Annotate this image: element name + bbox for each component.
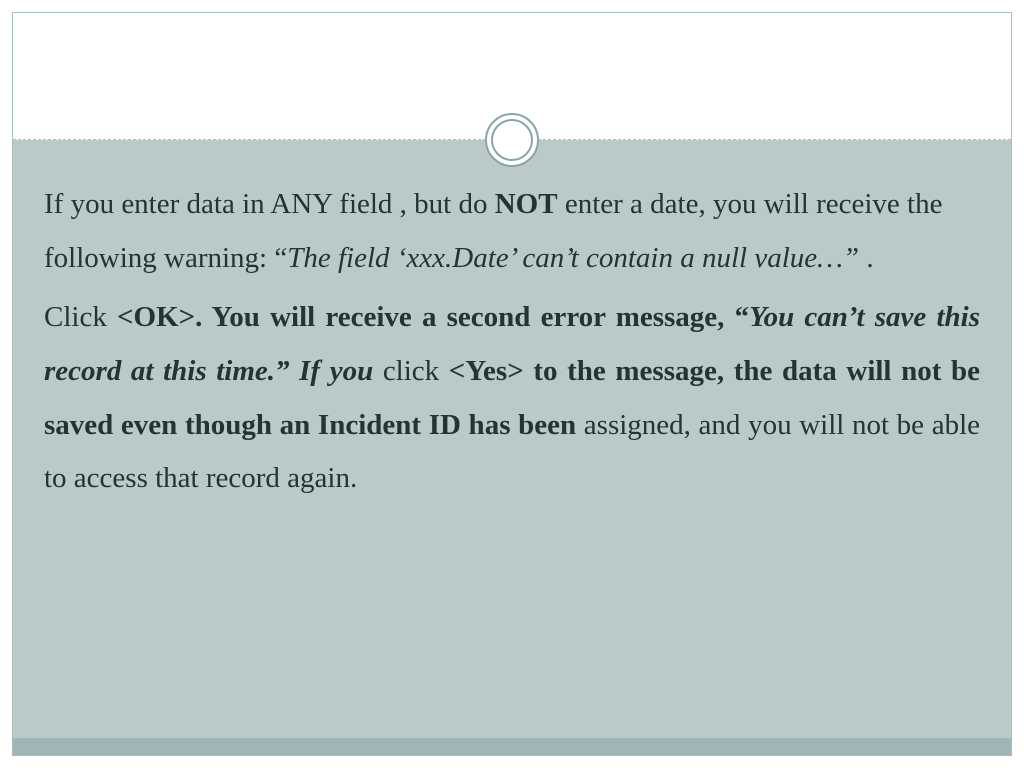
ornament-ring-inner-icon <box>491 119 533 161</box>
p2-bold-1: <OK>. You will receive a second error me… <box>117 301 749 333</box>
paragraph-1: If you enter data in ANY field , but do … <box>44 178 980 285</box>
slide: If you enter data in ANY field , but do … <box>0 0 1024 768</box>
p1-quote: The field ‘xxx.Date’ can’t contain a nul… <box>287 242 859 274</box>
p1-text-1: If you enter data in ANY field , but do <box>44 188 495 220</box>
p1-not: NOT <box>495 188 558 220</box>
paragraph-2: Click <OK>. You will receive a second er… <box>44 291 980 506</box>
p2-text-2: click <box>383 355 449 387</box>
body-text: If you enter data in ANY field , but do … <box>44 178 980 512</box>
bottom-accent-bar <box>13 738 1011 755</box>
p1-text-3: . <box>859 242 874 274</box>
p2-text-1: Click <box>44 301 117 333</box>
ornament-ring-icon <box>485 113 539 167</box>
